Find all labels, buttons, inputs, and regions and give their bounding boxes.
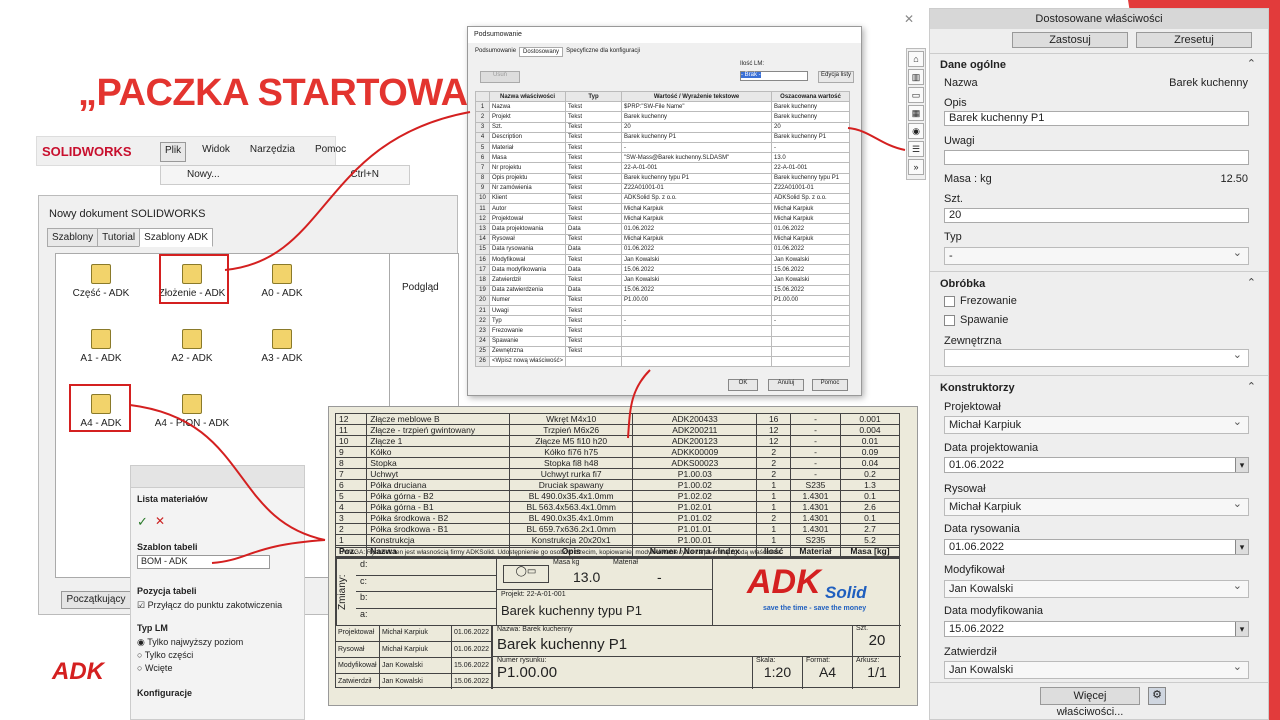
arrow-assembly [224,111,471,271]
arrow-panel [847,127,906,151]
annotation-arrows [129,111,906,564]
arrow-bom [211,539,326,564]
arrow-a4 [129,404,326,541]
arrow-drawing [627,369,651,439]
